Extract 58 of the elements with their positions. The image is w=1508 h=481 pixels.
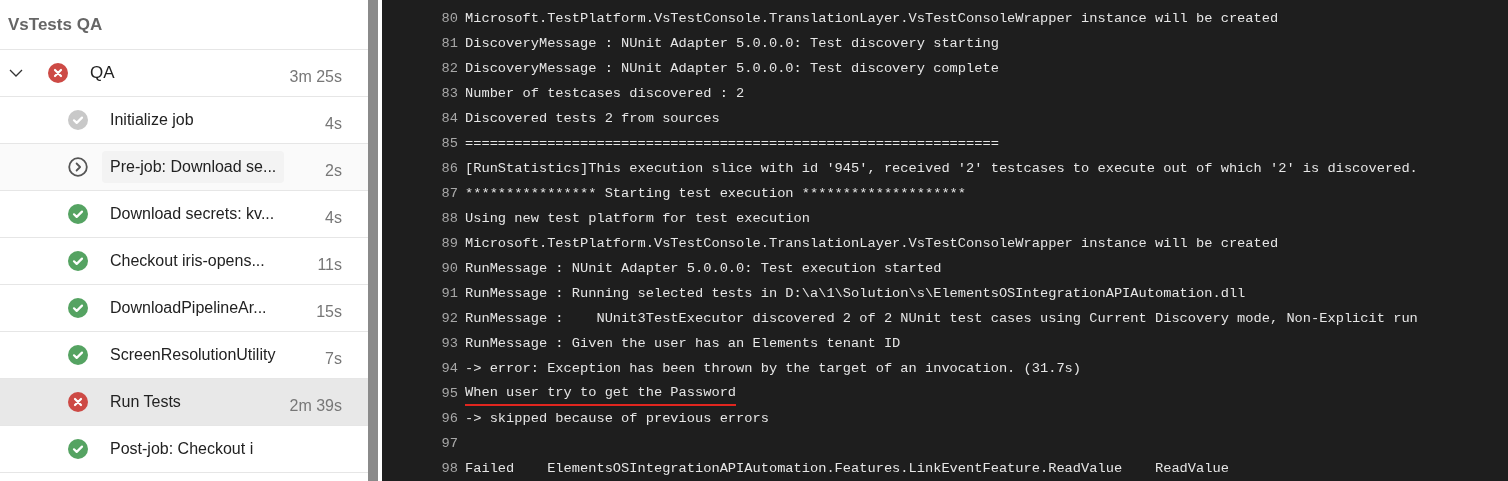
line-number: 90	[440, 260, 458, 279]
line-number: 92	[440, 310, 458, 329]
log-line: DiscoveryMessage : NUnit Adapter 5.0.0.0: Test discovery complete	[465, 60, 999, 79]
line-number: 80	[440, 10, 458, 29]
step-name: Download secrets: kv...	[109, 204, 276, 224]
step-duration: 7s	[325, 349, 342, 369]
step-name: Run Tests	[109, 392, 182, 412]
log-line: Discovered tests 2 from sources	[465, 110, 720, 129]
line-number: 82	[440, 60, 458, 79]
line-number: 85	[440, 135, 458, 154]
log-line: DiscoveryMessage : NUnit Adapter 5.0.0.0: Test discovery starting	[465, 35, 999, 54]
step-name: Pre-job: Download se...	[102, 151, 285, 183]
log-line: RunMessage : NUnit3TestExecutor discovered 2 of 2 NUnit test cases using Current Discovery mode, Non-Explicit run	[465, 310, 1418, 329]
step-duration: 4s	[325, 114, 342, 134]
line-number: 84	[440, 110, 458, 129]
step-duration: 4s	[325, 208, 342, 228]
step-name: Checkout iris-opens...	[109, 251, 266, 271]
log-line: When user try to get the Password	[465, 382, 737, 407]
step-duration: 2m 39s	[289, 396, 342, 416]
job-name: QA	[90, 62, 115, 85]
line-number: 87	[440, 185, 458, 204]
line-number: 96	[440, 410, 458, 429]
step-name: DownloadPipelineAr...	[109, 298, 268, 318]
log-line: Microsoft.TestPlatform.VsTestConsole.TranslationLayer.VsTestConsoleWrapper instance will be created	[465, 10, 1279, 29]
log-line: -> error: Exception has been thrown by the target of an invocation. (31.7s)	[465, 360, 1082, 379]
step-duration: 15s	[316, 302, 342, 322]
log-line: **************** Starting test execution ********************	[465, 185, 967, 204]
step-duration: 11s	[317, 255, 342, 275]
log-line: Microsoft.TestPlatform.VsTestConsole.TranslationLayer.VsTestConsoleWrapper instance will be created	[465, 235, 1279, 254]
log-line: RunMessage : NUnit Adapter 5.0.0.0: Test execution started	[465, 260, 942, 279]
line-number: 86	[440, 160, 458, 179]
line-number: 95	[440, 385, 458, 404]
job-duration: 3m 25s	[289, 67, 342, 87]
line-number: 83	[440, 85, 458, 104]
line-number: 98	[440, 460, 458, 479]
line-number: 81	[440, 35, 458, 54]
line-number: 94	[440, 360, 458, 379]
step-name: Post-job: Checkout i	[109, 439, 255, 459]
log-line: Failed ElementsOSIntegrationAPIAutomation.Features.LinkEventFeature.ReadValue ReadValue	[465, 460, 1229, 479]
pipeline-title: VsTests QA	[8, 13, 103, 36]
step-duration: 2s	[325, 161, 342, 181]
step-row[interactable]: Run Tests 2m 39s	[0, 379, 368, 426]
log-line: =================================================================	[465, 135, 999, 154]
scrollbar[interactable]	[368, 0, 378, 481]
line-number: 93	[440, 335, 458, 354]
log-line: Number of testcases discovered : 2	[465, 85, 745, 104]
step-name: Initialize job	[109, 110, 195, 130]
log-line: -> skipped because of previous errors	[465, 410, 769, 429]
line-number: 91	[440, 285, 458, 304]
line-number: 88	[440, 210, 458, 229]
log-line: RunMessage : Given the user has an Elements tenant ID	[465, 335, 901, 354]
log-line: Using new test platform for test execution	[465, 210, 810, 229]
line-number: 97	[440, 435, 458, 454]
line-number: 89	[440, 235, 458, 254]
step-name: ScreenResolutionUtility	[109, 345, 277, 365]
step-row[interactable]: Pre-job: Download se... 2s	[0, 144, 368, 191]
log-line: [RunStatistics]This execution slice with id '945', received '2' testcases to execute out of which '2' is discovered.	[465, 160, 1418, 179]
log-line: RunMessage : Running selected tests in D:\a\1\Solution\s\ElementsOSIntegrationAPIAutomation.dll	[465, 285, 1246, 304]
